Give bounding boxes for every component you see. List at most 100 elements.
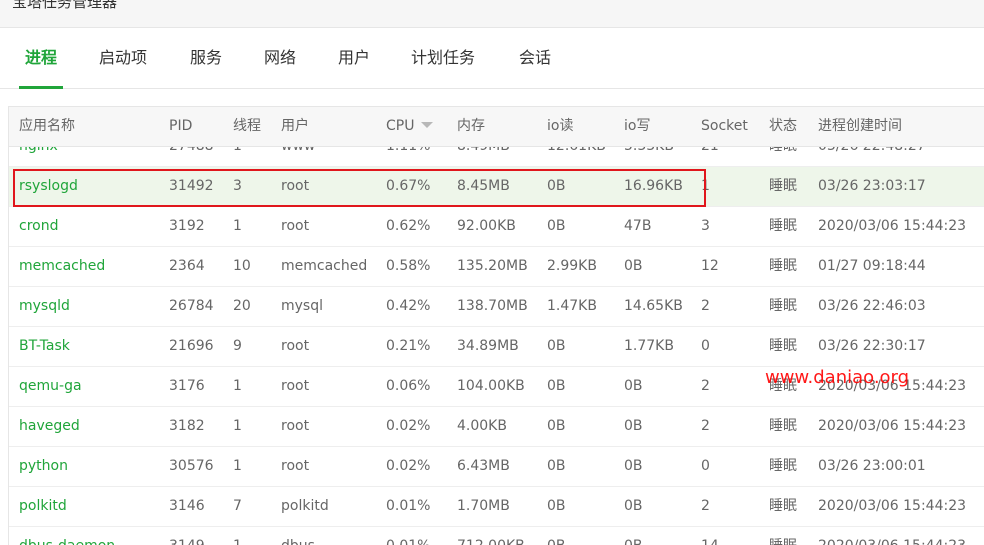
cell-app-name[interactable]: memcached bbox=[19, 247, 105, 286]
table-row[interactable]: rsyslogd 31492 3 root 0.67% 8.45MB 0B 16.96KB 1 睡… bbox=[9, 167, 984, 207]
cell-io-read: 0B bbox=[547, 178, 566, 194]
cell-pid: 2364 bbox=[169, 258, 205, 274]
table-body: nginx274881www1.11%8.49MB12.61KB5.33KB21… bbox=[9, 127, 984, 545]
col-status[interactable]: 状态 bbox=[769, 107, 797, 146]
cell-pid: 30576 bbox=[169, 458, 214, 474]
cell-app-name[interactable]: rsyslogd bbox=[19, 167, 78, 206]
table-row[interactable]: polkitd 3146 7 polkitd 0.01% 1.70MB 0B 0B 2 睡眠 202… bbox=[9, 487, 984, 527]
tab-services[interactable]: 服务 bbox=[190, 28, 222, 88]
cell-socket: 2 bbox=[701, 498, 710, 514]
tab-users[interactable]: 用户 bbox=[338, 28, 370, 88]
cell-pid: 3182 bbox=[169, 418, 205, 434]
table-header: 应用名称 PID 线程 用户 CPU 内存 io读 io写 Socket 状态 … bbox=[9, 107, 984, 147]
cell-pid: 3192 bbox=[169, 218, 205, 234]
tab-scheduled-tasks[interactable]: 计划任务 bbox=[411, 28, 475, 88]
cell-user: polkitd bbox=[281, 498, 329, 514]
table-row[interactable]: haveged 3182 1 root 0.02% 4.00KB 0B 0B 2 睡眠 2020/0… bbox=[9, 407, 984, 447]
cell-cpu: 0.58% bbox=[386, 258, 431, 274]
sort-desc-icon bbox=[421, 122, 434, 128]
cell-user: root bbox=[281, 218, 310, 234]
cell-socket: 2 bbox=[701, 418, 710, 434]
cell-status: 睡眠 bbox=[769, 498, 797, 514]
cell-user: root bbox=[281, 458, 310, 474]
tab-startup[interactable]: 启动项 bbox=[99, 28, 147, 88]
cell-memory: 4.00KB bbox=[457, 418, 507, 434]
cell-created-time: 03/26 22:30:17 bbox=[818, 338, 926, 354]
cell-status: 睡眠 bbox=[769, 298, 797, 314]
cell-threads: 10 bbox=[233, 258, 251, 274]
col-cpu[interactable]: CPU bbox=[386, 107, 434, 146]
cell-cpu: 0.06% bbox=[386, 378, 431, 394]
cell-cpu: 0.02% bbox=[386, 418, 431, 434]
watermark-text: www.daniao.org bbox=[765, 367, 910, 388]
table-row[interactable]: python 30576 1 root 0.02% 6.43MB 0B 0B 0 睡眠 03/26 … bbox=[9, 447, 984, 487]
window-title: 宝塔任务管理器 bbox=[12, 0, 118, 11]
cell-app-name[interactable]: BT-Task bbox=[19, 327, 70, 366]
cell-app-name[interactable]: dbus-daemon bbox=[19, 527, 115, 545]
cell-io-write: 1.77KB bbox=[624, 338, 674, 354]
col-pid[interactable]: PID bbox=[169, 107, 192, 146]
col-threads[interactable]: 线程 bbox=[233, 107, 261, 146]
cell-threads: 1 bbox=[233, 418, 242, 434]
cell-created-time: 03/26 22:46:03 bbox=[818, 298, 926, 314]
col-socket[interactable]: Socket bbox=[701, 107, 748, 146]
cell-io-read: 1.47KB bbox=[547, 298, 597, 314]
cell-io-read: 0B bbox=[547, 338, 566, 354]
cell-memory: 6.43MB bbox=[457, 458, 510, 474]
col-created-time[interactable]: 进程创建时间 bbox=[818, 107, 902, 146]
cell-io-write: 16.96KB bbox=[624, 178, 683, 194]
window-titlebar: 宝塔任务管理器 bbox=[0, 0, 984, 28]
cell-threads: 1 bbox=[233, 218, 242, 234]
tab-network[interactable]: 网络 bbox=[264, 28, 296, 88]
cell-socket: 3 bbox=[701, 218, 710, 234]
cell-created-time: 2020/03/06 15:44:23 bbox=[818, 218, 967, 234]
cell-threads: 7 bbox=[233, 498, 242, 514]
cell-io-write: 0B bbox=[624, 498, 643, 514]
cell-memory: 138.70MB bbox=[457, 298, 528, 314]
process-table: 应用名称 PID 线程 用户 CPU 内存 io读 io写 Socket 状态 … bbox=[8, 106, 984, 545]
table-row[interactable]: dbus-daemon 3149 1 dbus 0.01% 712.00KB 0B 0B 14 睡… bbox=[9, 527, 984, 545]
cell-app-name[interactable]: haveged bbox=[19, 407, 80, 446]
cell-app-name[interactable]: qemu-ga bbox=[19, 367, 82, 406]
cell-io-read: 0B bbox=[547, 218, 566, 234]
col-app-name[interactable]: 应用名称 bbox=[19, 107, 75, 146]
table-row[interactable]: memcached 2364 10 memcached 0.58% 135.20MB 2.9… bbox=[9, 247, 984, 287]
col-user[interactable]: 用户 bbox=[281, 107, 309, 146]
cell-cpu: 0.01% bbox=[386, 527, 430, 545]
cell-threads: 1 bbox=[233, 458, 242, 474]
cell-user: root bbox=[281, 178, 310, 194]
cell-user: root bbox=[281, 418, 310, 434]
cell-cpu: 0.02% bbox=[386, 458, 431, 474]
col-io-read[interactable]: io读 bbox=[547, 107, 573, 146]
col-io-write[interactable]: io写 bbox=[624, 107, 650, 146]
cell-threads: 1 bbox=[233, 527, 242, 545]
cell-memory: 92.00KB bbox=[457, 218, 516, 234]
table-row[interactable]: BT-Task 21696 9 root 0.21% 34.89MB 0B 1.77KB 0 睡眠… bbox=[9, 327, 984, 367]
cell-created-time: 03/26 23:00:01 bbox=[818, 458, 926, 474]
tab-sessions[interactable]: 会话 bbox=[519, 28, 551, 88]
cell-socket: 12 bbox=[701, 258, 719, 274]
table-row[interactable]: crond 3192 1 root 0.62% 92.00KB 0B 47B 3 睡眠 2020/0… bbox=[9, 207, 984, 247]
col-memory[interactable]: 内存 bbox=[457, 107, 485, 146]
cell-pid: 3176 bbox=[169, 378, 205, 394]
cell-memory: 8.45MB bbox=[457, 178, 510, 194]
cell-app-name[interactable]: python bbox=[19, 447, 68, 486]
cell-io-read: 2.99KB bbox=[547, 258, 597, 274]
cell-user: mysql bbox=[281, 298, 323, 314]
cell-app-name[interactable]: mysqld bbox=[19, 287, 70, 326]
cell-status: 睡眠 bbox=[769, 527, 797, 545]
cell-io-write: 0B bbox=[624, 378, 643, 394]
cell-app-name[interactable]: polkitd bbox=[19, 487, 67, 526]
cell-status: 睡眠 bbox=[769, 458, 797, 474]
cell-io-read: 0B bbox=[547, 498, 566, 514]
cell-memory: 34.89MB bbox=[457, 338, 519, 354]
cell-pid: 3146 bbox=[169, 498, 205, 514]
table-row[interactable]: mysqld 26784 20 mysql 0.42% 138.70MB 1.47KB 14.… bbox=[9, 287, 984, 327]
tab-process[interactable]: 进程 bbox=[18, 28, 64, 89]
col-cpu-label: CPU bbox=[386, 118, 415, 134]
cell-socket: 2 bbox=[701, 298, 710, 314]
cell-status: 睡眠 bbox=[769, 218, 797, 234]
cell-pid: 26784 bbox=[169, 298, 214, 314]
cell-socket: 14 bbox=[701, 527, 719, 545]
cell-app-name[interactable]: crond bbox=[19, 207, 58, 246]
